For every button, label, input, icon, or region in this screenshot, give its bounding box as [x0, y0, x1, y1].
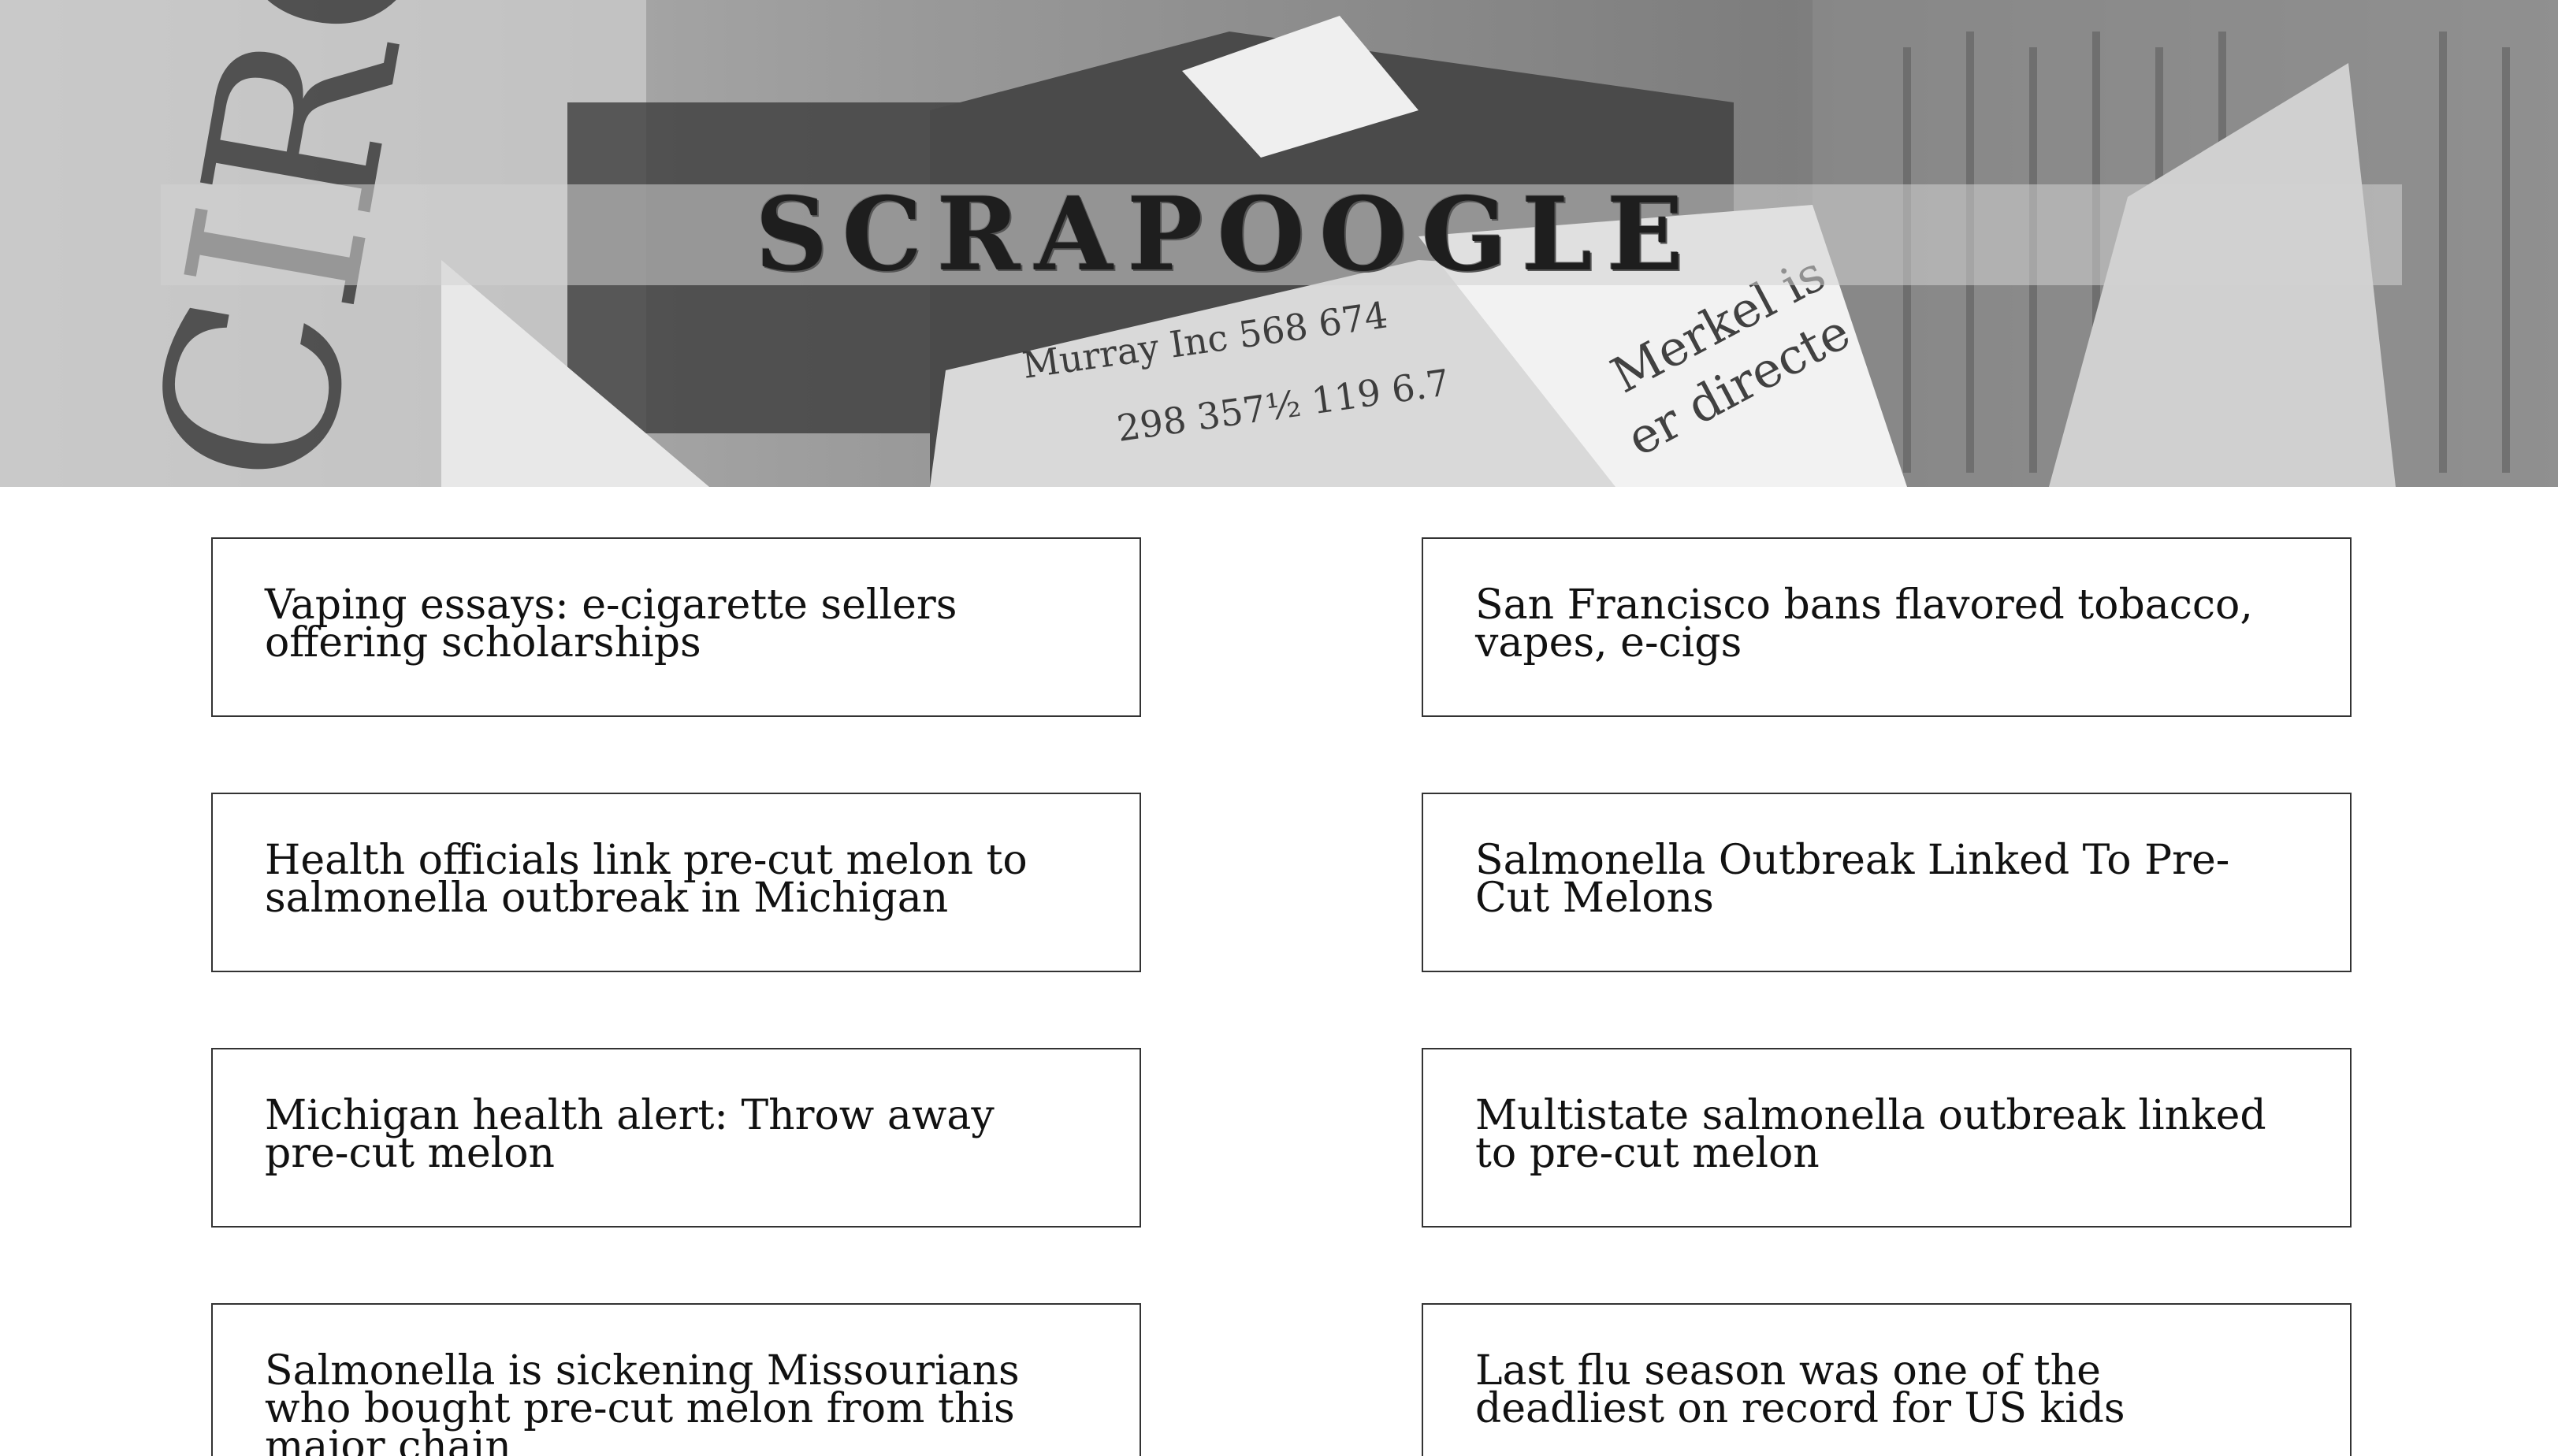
article-title[interactable]: Health officials link pre-cut melon to s… [265, 840, 1089, 919]
article-title[interactable]: Salmonella is sickening Missourians who … [265, 1350, 1089, 1456]
article-grid: Vaping essays: e-cigarette sellers offer… [0, 0, 2558, 1456]
article-card[interactable]: Multistate salmonella outbreak linked to… [1422, 1048, 2352, 1228]
article-title[interactable]: San Francisco bans flavored tobacco, vap… [1475, 585, 2300, 663]
article-title[interactable]: Vaping essays: e-cigarette sellers offer… [265, 585, 1089, 663]
article-card[interactable]: Salmonella Outbreak Linked To Pre-Cut Me… [1422, 793, 2352, 972]
article-card[interactable]: Salmonella is sickening Missourians who … [211, 1303, 1141, 1456]
article-title[interactable]: Last flu season was one of the deadliest… [1475, 1350, 2300, 1429]
article-title[interactable]: Michigan health alert: Throw away pre-cu… [265, 1095, 1089, 1174]
article-card[interactable]: Michigan health alert: Throw away pre-cu… [211, 1048, 1141, 1228]
article-card[interactable]: Vaping essays: e-cigarette sellers offer… [211, 537, 1141, 717]
article-title[interactable]: Multistate salmonella outbreak linked to… [1475, 1095, 2300, 1174]
article-card[interactable]: San Francisco bans flavored tobacco, vap… [1422, 537, 2352, 717]
article-card[interactable]: Last flu season was one of the deadliest… [1422, 1303, 2352, 1456]
article-card[interactable]: Health officials link pre-cut melon to s… [211, 793, 1141, 972]
article-title[interactable]: Salmonella Outbreak Linked To Pre-Cut Me… [1475, 840, 2300, 919]
